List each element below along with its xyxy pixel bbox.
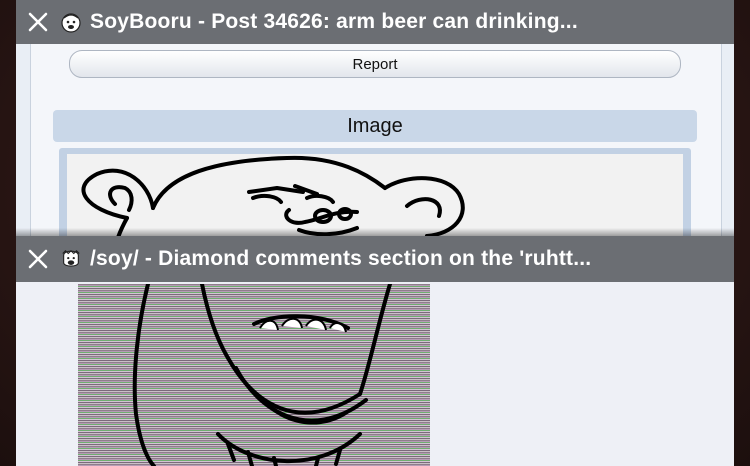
- tab-titlebar: /soy/ - Diamond comments section on the …: [16, 236, 734, 282]
- close-icon: [28, 12, 48, 32]
- report-button[interactable]: Report: [69, 50, 681, 78]
- tab-title: SoyBooru - Post 34626: arm beer can drin…: [90, 10, 578, 33]
- close-icon: [28, 249, 48, 269]
- soyjak-face-icon: [60, 248, 82, 270]
- tab-title: /soy/ - Diamond comments section on the …: [90, 247, 592, 270]
- post-image[interactable]: [78, 284, 430, 466]
- soyjak-face-icon: [60, 11, 82, 33]
- card-shadow: [16, 228, 734, 236]
- image-section-header: Image: [53, 110, 697, 142]
- page-content: [16, 282, 734, 466]
- close-tab-button[interactable]: [16, 237, 60, 281]
- tab-card-soy-board[interactable]: /soy/ - Diamond comments section on the …: [16, 228, 734, 466]
- tab-titlebar: SoyBooru - Post 34626: arm beer can drin…: [16, 0, 734, 44]
- close-tab-button[interactable]: [16, 0, 60, 44]
